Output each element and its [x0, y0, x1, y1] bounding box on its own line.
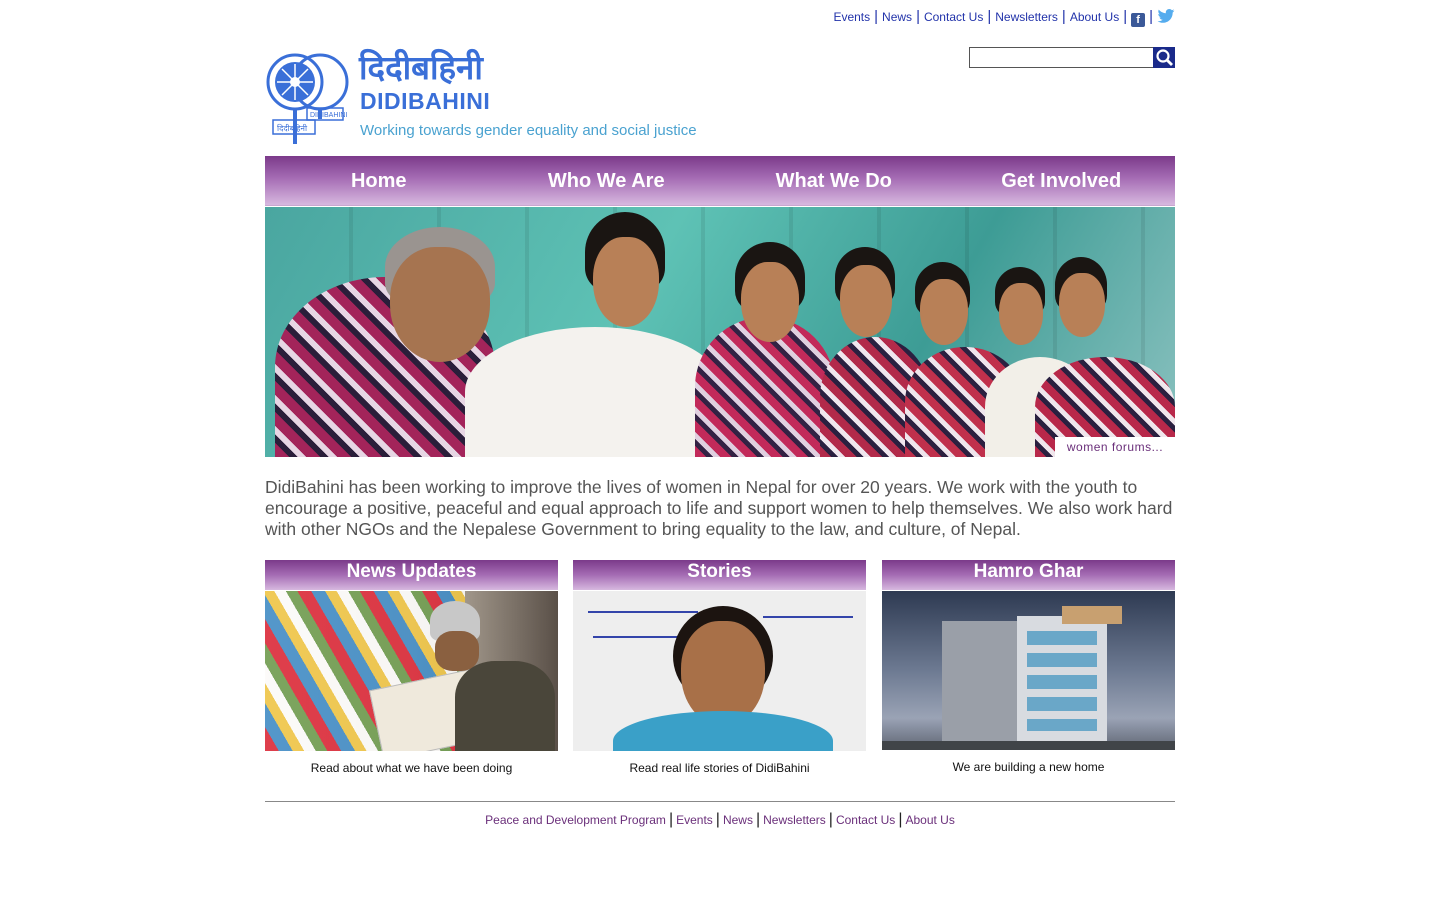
reader-jacket: [455, 661, 555, 751]
search-button[interactable]: [1153, 47, 1175, 68]
footer-contact[interactable]: Contact Us: [836, 813, 895, 827]
nav-what-we-do[interactable]: What We Do: [720, 156, 948, 205]
footer-newsletters[interactable]: Newsletters: [763, 813, 826, 827]
search-input[interactable]: [969, 47, 1155, 68]
search-icon: [1156, 49, 1173, 66]
building-roof: [1062, 606, 1122, 624]
whiteboard-writing: [763, 616, 853, 618]
hamro-ghar-title[interactable]: Hamro Ghar: [882, 560, 1175, 590]
news-updates-caption[interactable]: Read about what we have been doing: [265, 761, 558, 775]
whiteboard-writing: [588, 611, 698, 613]
site-logo[interactable]: दिदीबहिनी DIDIBAHINI दिदीबहिनी DIDIBAHIN…: [265, 50, 725, 155]
svg-text:दिदीबहिनी: दिदीबहिनी: [277, 123, 308, 133]
logo-devanagari: दिदीबहिनी: [359, 49, 483, 86]
reader-face: [435, 631, 479, 671]
separator: |: [1061, 8, 1066, 25]
hero-person-face: [593, 237, 659, 327]
nav-who-we-are[interactable]: Who We Are: [493, 156, 721, 205]
separator: |: [1149, 8, 1153, 25]
separator: |: [755, 811, 761, 828]
building-windows: [1027, 631, 1097, 731]
main-nav: Home Who We Are What We Do Get Involved: [265, 156, 1175, 206]
facebook-icon[interactable]: f: [1131, 13, 1146, 27]
news-updates-box: News Updates Read about what we have bee…: [265, 560, 558, 775]
hero-person-face: [840, 265, 892, 337]
hero-caption[interactable]: women forums...: [1055, 437, 1175, 457]
top-nav-news[interactable]: News: [882, 10, 912, 24]
stories-title[interactable]: Stories: [573, 560, 866, 590]
footer-news[interactable]: News: [723, 813, 753, 827]
footer-about[interactable]: About Us: [905, 813, 954, 827]
separator: |: [987, 8, 992, 25]
footer-nav: Peace and Development Program | Events | New…: [265, 811, 1175, 829]
separator: |: [828, 811, 833, 828]
stories-box: Stories Read real life stories of DidiBa…: [573, 560, 866, 775]
intro-text: DidiBahini has been working to improve t…: [265, 477, 1173, 539]
logo-name: DIDIBAHINI: [360, 88, 491, 114]
logo-tagline: Working towards gender equality and soci…: [360, 122, 697, 139]
stories-caption[interactable]: Read real life stories of DidiBahini: [573, 761, 866, 775]
news-updates-image[interactable]: [265, 591, 558, 751]
hamro-ghar-box: Hamro Ghar We are building a new home: [882, 560, 1175, 774]
hero-person-face: [920, 279, 968, 345]
nav-home[interactable]: Home: [265, 156, 493, 205]
svg-text:DIDIBAHINI: DIDIBAHINI: [310, 112, 347, 119]
hero-image[interactable]: women forums...: [265, 207, 1175, 457]
separator: |: [1123, 8, 1128, 25]
story-person-scarf: [613, 711, 833, 751]
footer-events[interactable]: Events: [676, 813, 713, 827]
twitter-icon[interactable]: [1157, 9, 1175, 23]
hero-shawl: [465, 327, 725, 457]
hamro-ghar-image[interactable]: [882, 591, 1175, 750]
separator: |: [715, 811, 720, 828]
top-nav-events[interactable]: Events: [833, 10, 870, 24]
hero-person-face: [741, 262, 799, 342]
building-side: [942, 621, 1022, 746]
news-updates-title[interactable]: News Updates: [265, 560, 558, 590]
separator: |: [916, 8, 920, 25]
hero-person-face: [1059, 273, 1105, 337]
top-nav-contact[interactable]: Contact Us: [924, 10, 983, 24]
hero-person-face: [390, 247, 490, 362]
separator: |: [898, 811, 903, 828]
top-nav: Events | News | Contact Us | Newsletters | About…: [265, 8, 1175, 27]
stories-image[interactable]: [573, 591, 866, 751]
separator: |: [668, 811, 674, 828]
footer-peace-program[interactable]: Peace and Development Program: [485, 813, 666, 827]
footer-divider: [265, 801, 1175, 802]
hero-person-face: [999, 283, 1043, 345]
search-box: [969, 47, 1175, 68]
separator: |: [874, 8, 879, 25]
top-nav-about[interactable]: About Us: [1070, 10, 1119, 24]
hamro-ghar-caption[interactable]: We are building a new home: [882, 760, 1175, 774]
ground: [882, 741, 1175, 750]
top-nav-newsletters[interactable]: Newsletters: [995, 10, 1058, 24]
nav-get-involved[interactable]: Get Involved: [948, 156, 1176, 205]
